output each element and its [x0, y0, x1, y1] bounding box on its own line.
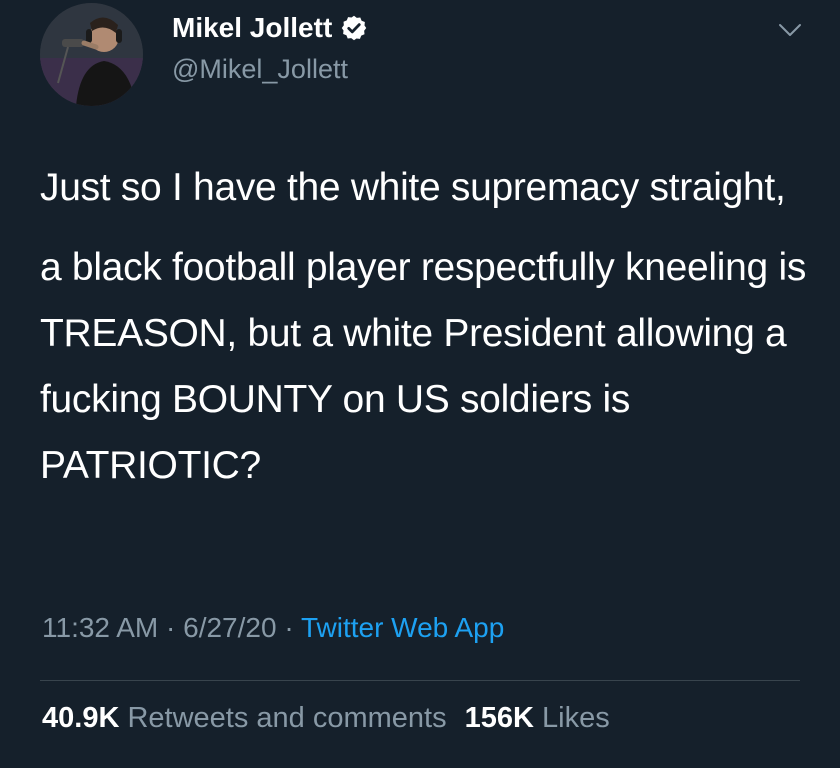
tweet-text: Just so I have the white supremacy strai… [40, 155, 820, 499]
likes-label: Likes [542, 702, 610, 734]
likes-stat[interactable]: 156K Likes [465, 702, 610, 734]
retweets-label: Retweets and comments [127, 702, 447, 734]
tweet-paragraph: a black football player respectfully kne… [40, 246, 807, 487]
divider [40, 680, 800, 681]
author-display-name[interactable]: Mikel Jollett [172, 12, 332, 44]
avatar-image [40, 3, 143, 106]
author-handle[interactable]: @Mikel_Jollett [172, 54, 348, 85]
tweet-card: Mikel Jollett @Mikel_Jollett Just so I h… [0, 0, 840, 768]
author-name-row[interactable]: Mikel Jollett [172, 12, 368, 44]
meta-separator: · [158, 612, 184, 643]
tweet-meta: 11:32 AM · 6/27/20 · Twitter Web App [42, 612, 504, 644]
tweet-stats: 40.9K Retweets and comments 156K Likes [42, 702, 610, 735]
tweet-source-link[interactable]: Twitter Web App [301, 612, 504, 643]
chevron-down-icon[interactable] [776, 16, 804, 44]
retweets-count: 40.9K [42, 702, 120, 734]
avatar[interactable] [40, 3, 143, 106]
tweet-time[interactable]: 11:32 AM [42, 612, 158, 643]
tweet-date[interactable]: 6/27/20 [183, 612, 276, 643]
verified-badge-icon [340, 14, 368, 42]
meta-separator: · [276, 612, 301, 643]
tweet-paragraph: Just so I have the white supremacy strai… [40, 166, 786, 209]
retweets-stat[interactable]: 40.9K Retweets and comments [42, 702, 447, 734]
likes-count: 156K [464, 702, 534, 734]
